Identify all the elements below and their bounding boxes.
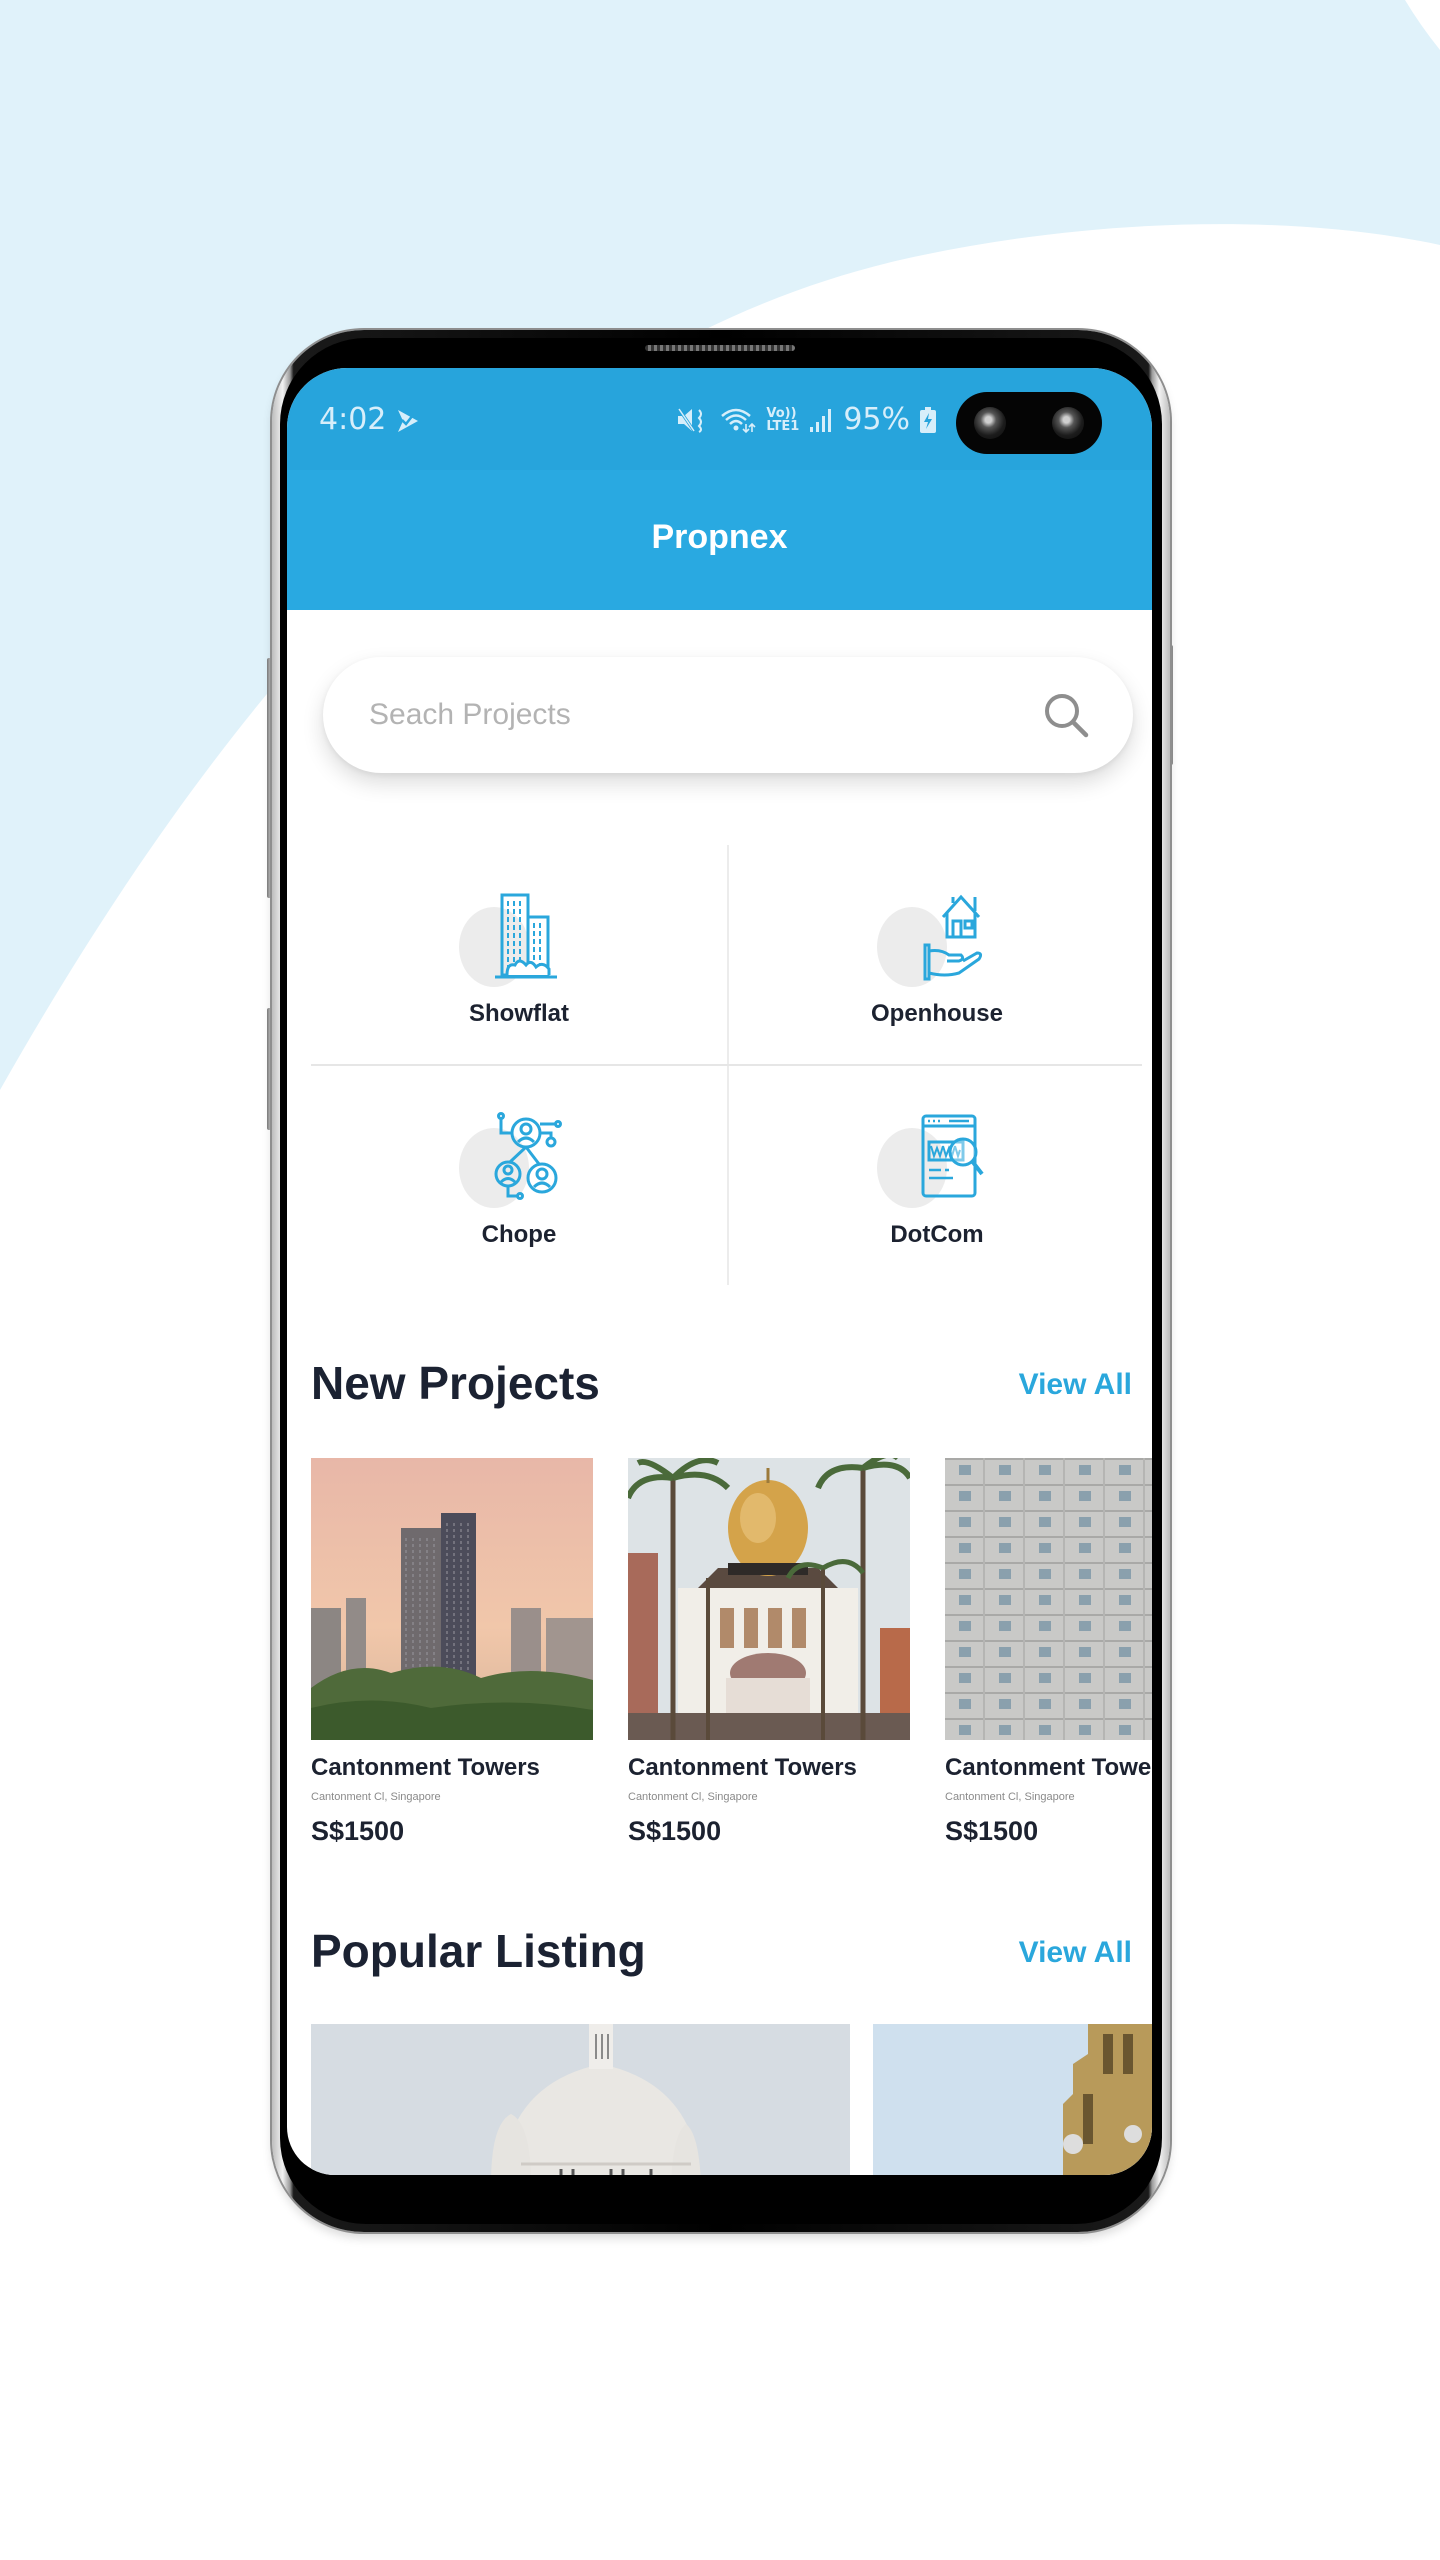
project-name: Cantonment Towers	[628, 1754, 857, 1781]
category-label: DotCom	[890, 1221, 984, 1248]
status-bar: 4:02 Vo)) LTE1 95%	[287, 368, 1152, 470]
mute-vibrate-icon	[678, 407, 703, 433]
lte-label: LTE1	[766, 418, 800, 434]
sandstone-tower-photo	[873, 2024, 1152, 2175]
category-label: Showflat	[469, 1000, 569, 1027]
golden-dome-mosque-photo	[628, 1458, 910, 1740]
project-price: S$1500	[628, 1816, 722, 1846]
project-location: Cantonment Cl, Singapore	[311, 1791, 441, 1803]
search-icon[interactable]	[1041, 690, 1091, 740]
browser-www-search-icon	[921, 1114, 984, 1198]
category-openhouse[interactable]: Openhouse	[729, 845, 1145, 1064]
project-card[interactable]: Cantonment Towers Cantonment Cl, Singapo…	[311, 1458, 593, 1858]
project-card[interactable]: Cantonment Towers Cantonment Cl, Singapo…	[945, 1458, 1152, 1858]
category-grid: Showflat Openhouse Chope DotCom	[311, 845, 1142, 1285]
people-network-icon	[494, 1112, 562, 1200]
project-location: Cantonment Cl, Singapore	[628, 1791, 758, 1803]
category-label: Openhouse	[870, 1000, 1003, 1027]
project-location: Cantonment Cl, Singapore	[945, 1791, 1075, 1803]
phone-screen: 4:02 Vo)) LTE1 95% Propnex Seach Project…	[287, 368, 1152, 2175]
view-all-popular-link[interactable]: View All	[1019, 1936, 1132, 1970]
category-label: Chope	[481, 1221, 557, 1248]
battery-percent: 95%	[843, 402, 910, 437]
app-title: Propnex	[651, 518, 788, 556]
section-title: Popular Listing	[311, 1925, 646, 1977]
volte-label: Vo))	[766, 405, 797, 421]
listing-card[interactable]	[311, 2024, 850, 2175]
search-input[interactable]	[369, 657, 1029, 773]
battery-charging-icon	[920, 406, 936, 433]
signal-icon	[810, 408, 832, 432]
project-name: Cantonment Towers	[945, 1754, 1152, 1781]
popular-listing-header: Popular Listing View All	[311, 1924, 1142, 1984]
category-showflat[interactable]: Showflat	[311, 845, 727, 1064]
new-projects-carousel[interactable]: Cantonment Towers Cantonment Cl, Singapo…	[311, 1458, 1152, 1858]
white-basilica-dome-photo	[311, 2024, 850, 2175]
project-card[interactable]: Cantonment Towers Cantonment Cl, Singapo…	[628, 1458, 910, 1858]
status-time: 4:02	[319, 402, 387, 437]
house-in-hand-icon	[923, 894, 983, 981]
project-name: Cantonment Towers	[311, 1754, 540, 1781]
earpiece-speaker	[645, 345, 795, 351]
project-price: S$1500	[945, 1816, 1039, 1846]
popular-listing-carousel[interactable]	[311, 2024, 1152, 2175]
wifi-icon	[721, 408, 756, 433]
view-all-new-projects-link[interactable]: View All	[1019, 1368, 1132, 1402]
search-bar[interactable]	[323, 657, 1133, 773]
section-title: New Projects	[311, 1357, 600, 1409]
buildings-icon	[495, 893, 557, 979]
front-camera-lens	[1052, 407, 1084, 439]
camera-cutout	[956, 392, 1102, 454]
app-bar: Propnex	[287, 470, 1152, 610]
check-flag-icon	[398, 410, 418, 432]
volte-lte1-icon: Vo)) LTE1	[766, 407, 799, 433]
twin-towers-sunset-photo	[311, 1458, 593, 1740]
listing-card[interactable]	[873, 2024, 1152, 2175]
grey-apartment-facade-photo	[945, 1458, 1152, 1740]
category-chope[interactable]: Chope	[311, 1066, 727, 1285]
front-camera-lens	[974, 407, 1006, 439]
new-projects-header: New Projects View All	[311, 1356, 1142, 1416]
project-price: S$1500	[311, 1816, 405, 1846]
status-icons: Vo)) LTE1 95%	[676, 402, 936, 437]
category-dotcom[interactable]: DotCom	[729, 1066, 1145, 1285]
